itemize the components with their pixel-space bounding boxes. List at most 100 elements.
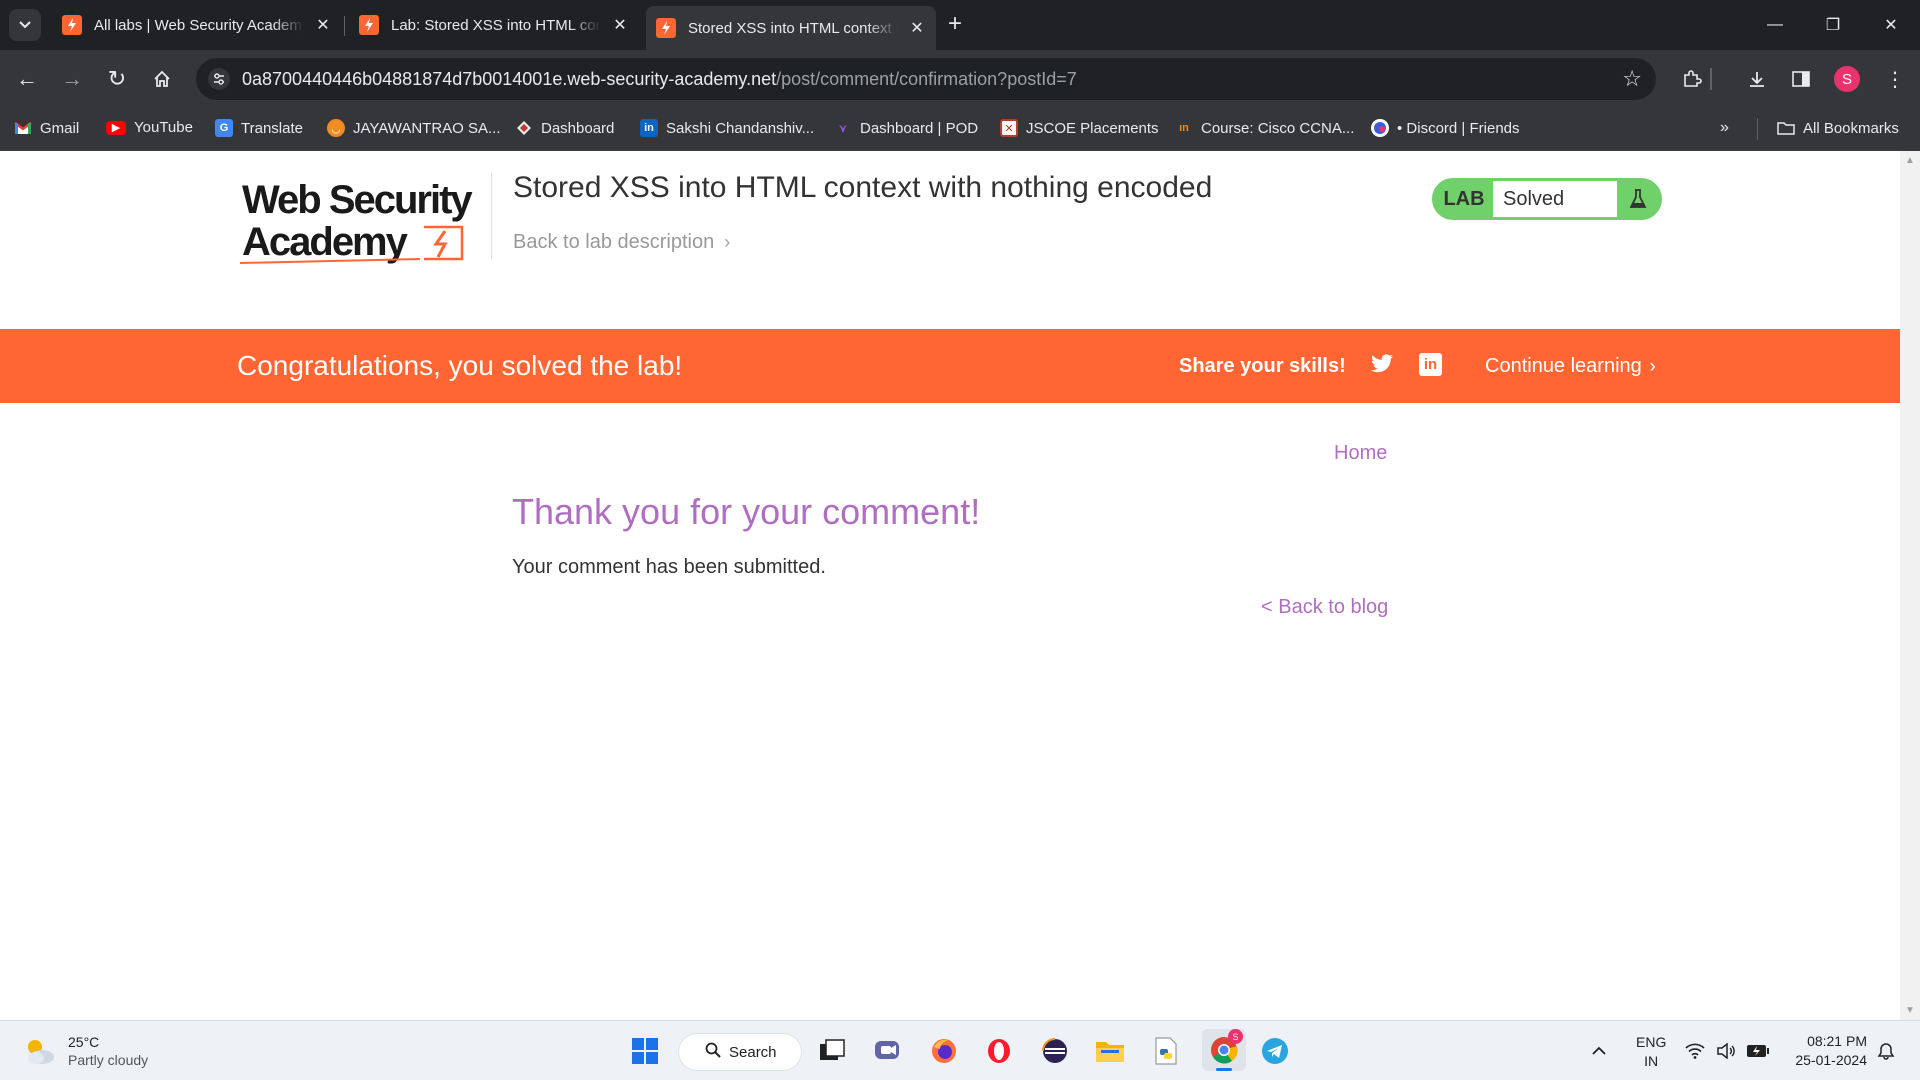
lab-status-badge: LAB Solved: [1432, 178, 1662, 220]
home-icon[interactable]: [147, 64, 177, 94]
tab-title: Stored XSS into HTML context with nothin…: [688, 19, 898, 37]
tab-search-button[interactable]: [9, 9, 41, 41]
task-view-icon[interactable]: [816, 1035, 848, 1067]
site-info-icon[interactable]: [208, 68, 230, 90]
new-tab-button[interactable]: +: [948, 12, 962, 36]
college-icon: ◡: [327, 119, 345, 137]
chrome-taskbar-button[interactable]: S: [1202, 1029, 1246, 1071]
eclipse-ide-icon[interactable]: [1039, 1035, 1071, 1067]
volume-icon[interactable]: [1716, 1021, 1736, 1080]
youtube-icon: ▶: [106, 120, 126, 135]
all-bookmarks-button[interactable]: All Bookmarks: [1777, 119, 1899, 137]
telegram-icon[interactable]: [1259, 1035, 1291, 1067]
url-host: 0a8700440446b04881874d7b0014001e.web-sec…: [242, 69, 777, 89]
continue-learning-link[interactable]: Continue learning ››: [1485, 355, 1656, 378]
restore-icon[interactable]: ❐: [1804, 0, 1862, 50]
system-clock[interactable]: 08:21 PM 25-01-2024: [1787, 1032, 1867, 1070]
bookmark-label: JAYAWANTRAO SA...: [353, 119, 501, 137]
python-file-icon[interactable]: [1150, 1035, 1182, 1067]
wifi-icon[interactable]: [1685, 1021, 1705, 1080]
bookmark-label: Dashboard: [541, 119, 615, 137]
taskbar-search[interactable]: Search: [678, 1033, 802, 1071]
weather-widget[interactable]: 25°C Partly cloudy: [22, 1033, 148, 1069]
reload-icon[interactable]: ↻: [102, 64, 132, 94]
profile-avatar[interactable]: S: [1834, 66, 1860, 92]
bookmark-label: Dashboard | POD: [860, 119, 979, 137]
url-text: 0a8700440446b04881874d7b0014001e.web-sec…: [242, 69, 1077, 90]
folder-icon: [1777, 119, 1795, 137]
firefox-icon[interactable]: [928, 1035, 960, 1067]
close-icon[interactable]: ✕: [611, 15, 629, 35]
pod-icon: ⋎: [838, 122, 848, 135]
tab-confirmation-active[interactable]: Stored XSS into HTML context with nothin…: [646, 6, 936, 50]
web-security-academy-logo[interactable]: Web Security Academy: [239, 175, 490, 271]
bookmark-gmail[interactable]: Gmail: [14, 119, 79, 137]
bookmark-translate[interactable]: G Translate: [215, 119, 303, 137]
back-to-lab-description-label: Back to lab description: [513, 231, 715, 253]
close-window-icon[interactable]: ✕: [1862, 0, 1920, 50]
back-arrow-icon[interactable]: ←: [12, 64, 42, 94]
bookmark-dashboard[interactable]: Dashboard: [515, 119, 614, 137]
confirmation-heading: Thank you for your comment!: [512, 491, 981, 532]
tab-lab-description[interactable]: Lab: Stored XSS into HTML context with n…: [349, 8, 639, 42]
svg-text:Web Security: Web Security: [242, 178, 473, 222]
twitter-icon[interactable]: [1370, 353, 1394, 380]
input-language-indicator[interactable]: ENG IN: [1636, 1033, 1666, 1071]
back-to-lab-description-link[interactable]: Back to lab description ››: [513, 231, 730, 254]
bookmark-label: Sakshi Chandanshiv...: [666, 119, 815, 137]
svg-text:Academy: Academy: [242, 220, 409, 264]
close-icon[interactable]: ✕: [314, 15, 332, 35]
congratulations-message: Congratulations, you solved the lab!: [237, 350, 683, 381]
weather-temp: 25°C: [68, 1034, 100, 1050]
bookmark-cisco[interactable]: ın Course: Cisco CCNA...: [1175, 119, 1354, 137]
tab-strip: All labs | Web Security Academy ✕ Lab: S…: [0, 0, 1920, 50]
opera-icon[interactable]: [983, 1035, 1015, 1067]
clock-time: 08:21 PM: [1807, 1033, 1867, 1049]
back-to-blog-link[interactable]: < Back to blog: [1261, 596, 1388, 619]
home-link[interactable]: Home: [1334, 442, 1387, 465]
extensions-puzzle-icon[interactable]: [1677, 64, 1707, 94]
translate-icon: G: [215, 119, 233, 137]
lab-title: Stored XSS into HTML context with nothin…: [513, 171, 1213, 204]
page-scrollbar[interactable]: ▲ ▼: [1900, 151, 1920, 1020]
bookmark-label: Gmail: [40, 119, 80, 137]
file-explorer-icon[interactable]: [1094, 1035, 1126, 1067]
notifications-icon[interactable]: [1877, 1021, 1895, 1080]
tab-all-labs[interactable]: All labs | Web Security Academy ✕: [52, 8, 342, 42]
more-bookmarks-icon[interactable]: »: [1720, 119, 1729, 137]
all-bookmarks-label: All Bookmarks: [1803, 119, 1899, 137]
show-hidden-icons-chevron[interactable]: [1592, 1021, 1606, 1080]
minimize-icon[interactable]: —: [1746, 0, 1804, 50]
bookmark-jayawantrao[interactable]: ◡ JAYAWANTRAO SA...: [327, 119, 501, 137]
placements-icon: ✕: [1000, 119, 1018, 137]
language-region: IN: [1644, 1053, 1659, 1069]
battery-charging-icon[interactable]: [1746, 1021, 1770, 1080]
bookmark-label: Course: Cisco CCNA...: [1201, 119, 1355, 137]
forward-arrow-icon[interactable]: →: [57, 64, 87, 94]
address-bar[interactable]: 0a8700440446b04881874d7b0014001e.web-sec…: [196, 58, 1656, 100]
close-icon[interactable]: ✕: [908, 18, 926, 38]
bookmark-discord[interactable]: • Discord | Friends: [1371, 119, 1520, 137]
windows-start-icon[interactable]: [629, 1035, 661, 1067]
bookmark-youtube[interactable]: ▶ YouTube: [106, 119, 193, 136]
bookmark-star-icon[interactable]: ☆: [1622, 66, 1642, 92]
linkedin-share-icon[interactable]: in: [1419, 353, 1442, 376]
teams-chat-icon[interactable]: [872, 1035, 904, 1067]
chevron-down-icon: [19, 21, 31, 29]
bookmark-jscoe[interactable]: ✕ JSCOE Placements: [1000, 119, 1159, 137]
weather-condition: Partly cloudy: [68, 1052, 149, 1068]
discord-icon: [1371, 119, 1389, 137]
logo-graphic: Web Security Academy: [239, 178, 475, 264]
bookmark-linkedin[interactable]: in Sakshi Chandanshiv...: [640, 119, 814, 137]
scroll-up-arrow-icon[interactable]: ▲: [1905, 155, 1915, 166]
toolbar-divider: [1710, 68, 1712, 90]
menu-kebab-icon[interactable]: ⋮: [1880, 64, 1910, 94]
side-panel-icon[interactable]: [1786, 64, 1816, 94]
scroll-down-arrow-icon[interactable]: ▼: [1905, 1005, 1915, 1016]
lab-status-text: Solved: [1493, 181, 1617, 217]
language-code: ENG: [1636, 1034, 1667, 1050]
tab-title: Lab: Stored XSS into HTML context with n…: [391, 16, 601, 34]
download-icon[interactable]: [1742, 64, 1772, 94]
windows-taskbar: 25°C Partly cloudy Search S ENG IN 08:21…: [0, 1020, 1920, 1080]
bookmark-pod[interactable]: ⋎ Dashboard | POD: [834, 119, 979, 137]
